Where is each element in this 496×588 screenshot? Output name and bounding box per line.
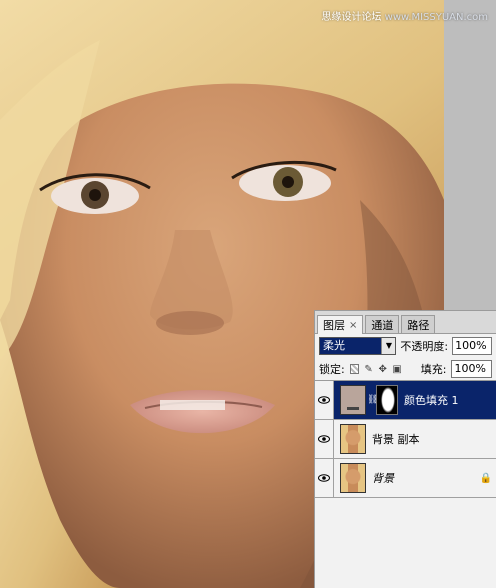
tab-channels[interactable]: 通道 (365, 315, 400, 333)
transparent-pixels-icon[interactable] (349, 364, 360, 374)
layer-thumbnail (340, 424, 366, 454)
watermark: 思缘设计论坛 www.MISSYUAN.com (321, 8, 488, 23)
layer-name: 颜色填充 1 (404, 394, 459, 407)
eye-icon[interactable] (315, 459, 334, 497)
lock-icon: 🔒 (479, 472, 492, 484)
panel-tabs: 图层 × 通道 路径 (315, 311, 496, 334)
watermark-chinese: 思缘设计论坛 (321, 12, 382, 23)
blend-options-row: 柔光 ▼ 不透明度: 100% (315, 334, 496, 358)
layer-thumbnail (340, 463, 366, 493)
layer-thumbnail (340, 385, 366, 415)
layer-row[interactable]: 背景 🔒 (315, 459, 496, 498)
eye-icon[interactable] (315, 381, 334, 419)
watermark-site: www.MISSYUAN.com (384, 12, 488, 23)
layer-name: 背景 (372, 472, 394, 485)
fill-field[interactable]: 100% (451, 360, 493, 378)
opacity-label: 不透明度: (400, 340, 449, 353)
lock-row: 锁定: ✎ ✥ ▣ 填充: 100% (315, 358, 496, 381)
fill-label: 填充: (420, 363, 447, 376)
opacity-field[interactable]: 100% (452, 337, 492, 355)
layer-name: 背景 副本 (372, 433, 420, 446)
tab-paths[interactable]: 路径 (401, 315, 436, 333)
layer-row[interactable]: 背景 副本 (315, 420, 496, 459)
link-icon[interactable]: ⛓ (367, 395, 378, 405)
move-icon[interactable]: ✥ (378, 364, 387, 375)
tab-layers[interactable]: 图层 × (317, 315, 364, 334)
close-icon[interactable]: × (349, 320, 357, 331)
lock-label: 锁定: (319, 363, 345, 376)
layer-row[interactable]: ⛓ 颜色填充 1 (315, 381, 496, 420)
layers-panel: 图层 × 通道 路径 柔光 ▼ 不透明度: 100% 锁定: ✎ ✥ ▣ 填充:… (314, 310, 496, 588)
canvas-background (444, 0, 496, 310)
blend-mode-select[interactable]: 柔光 ▼ (319, 337, 397, 355)
tab-channels-label: 通道 (371, 318, 394, 332)
eye-icon[interactable] (315, 420, 334, 458)
layers-list: ⛓ 颜色填充 1 背景 副本 背景 🔒 (315, 381, 496, 498)
chevron-down-icon[interactable]: ▼ (381, 338, 396, 354)
tab-paths-label: 路径 (407, 318, 430, 332)
layer-mask-thumbnail[interactable] (376, 385, 398, 415)
padlock-icon[interactable]: ▣ (392, 364, 401, 375)
tab-layers-label: 图层 (323, 319, 345, 332)
blend-mode-value: 柔光 (320, 338, 382, 354)
brush-icon[interactable]: ✎ (364, 364, 373, 375)
